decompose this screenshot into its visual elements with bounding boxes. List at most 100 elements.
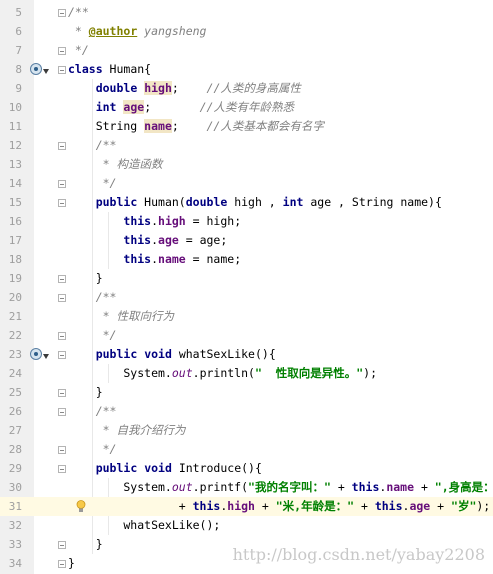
code-text[interactable]: public Human(double high , int age , Str…: [68, 193, 442, 212]
code-text[interactable]: /**: [68, 288, 117, 307]
lightbulb-icon[interactable]: [76, 500, 86, 513]
code-text[interactable]: */: [68, 174, 117, 193]
code-text[interactable]: }: [68, 554, 75, 573]
fold-toggle-icon[interactable]: [58, 47, 66, 55]
code-line[interactable]: 30 System.out.printf("我的名字叫：" + this.nam…: [0, 478, 493, 497]
code-token: ;: [144, 100, 200, 114]
code-text[interactable]: public void whatSexLike(){: [68, 345, 276, 364]
code-text[interactable]: }: [68, 269, 103, 288]
code-text[interactable]: */: [68, 41, 89, 60]
code-token: .: [151, 214, 159, 228]
code-editor[interactable]: 5 /** 6 * @author yangsheng 7 */8 class Huma…: [0, 0, 493, 574]
code-text[interactable]: * 自我介绍行为: [68, 421, 186, 440]
fold-toggle-icon[interactable]: [58, 408, 66, 416]
code-text[interactable]: whatSexLike();: [68, 516, 220, 535]
fold-toggle-icon[interactable]: [58, 294, 66, 302]
code-line[interactable]: 18 this.name = name;: [0, 250, 493, 269]
code-line[interactable]: 28 */: [0, 440, 493, 459]
code-text[interactable]: * @author yangsheng: [68, 22, 207, 41]
code-token: ;: [171, 119, 207, 133]
code-token: /**: [68, 5, 89, 19]
fold-toggle-icon[interactable]: [58, 142, 66, 150]
code-text[interactable]: * 性取向行为: [68, 307, 174, 326]
code-line[interactable]: 21 * 性取向行为: [0, 307, 493, 326]
fold-toggle-icon[interactable]: [58, 332, 66, 340]
fold-toggle-icon[interactable]: [58, 446, 66, 454]
fold-toggle-icon[interactable]: [58, 560, 66, 568]
code-text[interactable]: int age; //人类有年龄熟悉: [68, 98, 294, 117]
fold-toggle-icon[interactable]: [58, 9, 66, 17]
code-line[interactable]: 11 String name; //人类基本都会有名字: [0, 117, 493, 136]
code-text[interactable]: }: [68, 535, 103, 554]
code-line[interactable]: 13 * 构造函数: [0, 155, 493, 174]
fold-toggle-icon[interactable]: [58, 541, 66, 549]
code-text[interactable]: /**: [68, 3, 89, 22]
code-text[interactable]: /**: [68, 402, 117, 421]
code-line[interactable]: 16 this.high = high;: [0, 212, 493, 231]
code-text[interactable]: */: [68, 440, 117, 459]
fold-toggle-icon[interactable]: [58, 275, 66, 283]
code-line[interactable]: 27 * 自我介绍行为: [0, 421, 493, 440]
fold-toggle-icon[interactable]: [58, 389, 66, 397]
code-token: }: [68, 271, 103, 285]
code-token: +: [414, 480, 435, 494]
code-token: }: [68, 537, 103, 551]
code-line[interactable]: 15 public Human(double high , int age , …: [0, 193, 493, 212]
code-text[interactable]: this.age = age;: [68, 231, 227, 250]
code-line[interactable]: 25 }: [0, 383, 493, 402]
code-token: String: [68, 119, 145, 133]
code-line[interactable]: 9 double high; //人类的身高属性: [0, 79, 493, 98]
code-line[interactable]: 19 }: [0, 269, 493, 288]
code-text[interactable]: public void Introduce(){: [68, 459, 262, 478]
code-token: //人类有年龄熟悉: [199, 100, 294, 114]
code-token: public: [95, 195, 138, 209]
code-line[interactable]: 8 class Human{: [0, 60, 493, 79]
code-line[interactable]: 23 public void whatSexLike(){: [0, 345, 493, 364]
fold-toggle-icon[interactable]: [58, 180, 66, 188]
line-number: 10: [8, 101, 22, 114]
code-line[interactable]: 14 */: [0, 174, 493, 193]
implements-method-icon[interactable]: [30, 348, 42, 360]
line-number: 5: [15, 6, 22, 19]
code-text[interactable]: /**: [68, 136, 117, 155]
code-line[interactable]: 26 /**: [0, 402, 493, 421]
code-text[interactable]: String name; //人类基本都会有名字: [68, 117, 324, 136]
line-number: 34: [8, 557, 22, 570]
line-number: 30: [8, 481, 22, 494]
fold-toggle-icon[interactable]: [58, 351, 66, 359]
code-line[interactable]: 22 */: [0, 326, 493, 345]
code-text[interactable]: System.out.println(" 性取向是异性。");: [68, 364, 377, 383]
code-token: @author: [88, 24, 138, 38]
code-line[interactable]: 12 /**: [0, 136, 493, 155]
code-text[interactable]: this.high = high;: [68, 212, 241, 231]
code-line[interactable]: 7 */: [0, 41, 493, 60]
code-line[interactable]: 6 * @author yangsheng: [0, 22, 493, 41]
code-text[interactable]: */: [68, 326, 117, 345]
code-line[interactable]: 20 /**: [0, 288, 493, 307]
line-number: 20: [8, 291, 22, 304]
code-token: int: [95, 100, 117, 114]
code-text[interactable]: + this.high + "米,年龄是：" + this.age + "岁")…: [68, 497, 490, 516]
code-text[interactable]: double high; //人类的身高属性: [68, 79, 301, 98]
implements-method-icon[interactable]: [30, 63, 42, 75]
code-line[interactable]: 31 + this.high + "米,年龄是：" + this.age + "…: [0, 497, 493, 516]
code-line[interactable]: 5 /**: [0, 3, 493, 22]
code-text[interactable]: this.name = name;: [68, 250, 241, 269]
code-text[interactable]: }: [68, 383, 103, 402]
line-number: 26: [8, 405, 22, 418]
code-text[interactable]: class Human{: [68, 60, 151, 79]
fold-toggle-icon[interactable]: [58, 465, 66, 473]
fold-toggle-icon[interactable]: [58, 199, 66, 207]
code-text[interactable]: System.out.printf("我的名字叫：" + this.name +…: [68, 478, 493, 497]
code-line[interactable]: 32 whatSexLike();: [0, 516, 493, 535]
code-line[interactable]: 17 this.age = age;: [0, 231, 493, 250]
code-line[interactable]: 10 int age; //人类有年龄熟悉: [0, 98, 493, 117]
fold-toggle-icon[interactable]: [58, 66, 66, 74]
code-line[interactable]: 24 System.out.println(" 性取向是异性。");: [0, 364, 493, 383]
code-text[interactable]: * 构造函数: [68, 155, 163, 174]
code-line[interactable]: 29 public void Introduce(){: [0, 459, 493, 478]
code-token: .: [151, 233, 159, 247]
code-token: /**: [68, 138, 117, 152]
